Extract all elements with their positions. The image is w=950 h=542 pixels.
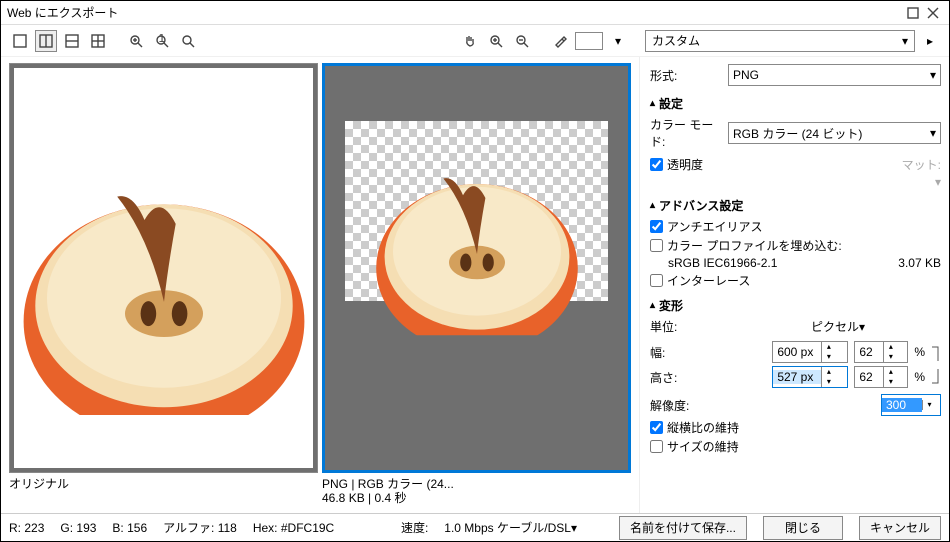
units-combo[interactable]: ピクセル▾ bbox=[811, 318, 941, 335]
cancel-button[interactable]: キャンセル bbox=[859, 516, 941, 540]
transparency-checkbox[interactable]: 透明度 bbox=[650, 156, 703, 173]
chevron-down-icon: ▾ bbox=[902, 34, 908, 48]
save-as-button[interactable]: 名前を付けて保存... bbox=[619, 516, 747, 540]
eyedropper-icon[interactable] bbox=[549, 30, 571, 52]
format-combo[interactable]: PNG▾ bbox=[728, 64, 941, 86]
width-pct-input[interactable]: ▴▾ bbox=[854, 341, 908, 363]
zoom-out-tool-icon[interactable] bbox=[511, 30, 533, 52]
antialias-checkbox[interactable]: アンチエイリアス bbox=[650, 218, 941, 235]
width-label: 幅: bbox=[650, 344, 710, 361]
embed-profile-checkbox[interactable]: カラー プロファイルを埋め込む: bbox=[650, 237, 941, 254]
window-title: Web にエクスポート bbox=[7, 4, 903, 21]
zoom-fit-icon[interactable]: 1 bbox=[151, 30, 173, 52]
maximize-button[interactable] bbox=[903, 3, 923, 23]
keep-aspect-checkbox[interactable]: 縦横比の維持 bbox=[650, 419, 941, 436]
resolution-label: 解像度: bbox=[650, 397, 710, 414]
layout-2col-icon[interactable] bbox=[35, 30, 57, 52]
export-pane: PNG | RGB カラー (24... 46.8 KB | 0.4 秒 bbox=[322, 63, 631, 507]
settings-panel: 形式: PNG▾ ▴設定 カラー モード: RGB カラー (24 ビット)▾ … bbox=[639, 57, 949, 513]
keep-size-checkbox[interactable]: サイズの維持 bbox=[650, 438, 941, 455]
zoom-in-icon[interactable] bbox=[125, 30, 147, 52]
matte-label: マット: bbox=[902, 156, 941, 173]
section-advanced[interactable]: ▴アドバンス設定 bbox=[650, 197, 941, 214]
toolbar: 1 ▾ カスタム ▾ ▸ bbox=[1, 25, 949, 57]
titlebar: Web にエクスポート bbox=[1, 1, 949, 25]
speed-combo[interactable]: 1.0 Mbps ケーブル/DSL▾ bbox=[444, 519, 577, 536]
matte-dropdown-icon: ▾ bbox=[935, 175, 941, 189]
layout-2row-icon[interactable] bbox=[61, 30, 83, 52]
section-transform[interactable]: ▴変形 bbox=[650, 297, 941, 314]
preview-area: オリジナル PNG bbox=[1, 57, 639, 513]
original-caption: オリジナル bbox=[9, 477, 318, 507]
preset-menu-icon[interactable]: ▸ bbox=[919, 30, 941, 52]
preset-combo[interactable]: カスタム ▾ bbox=[645, 30, 915, 52]
main-area: オリジナル PNG bbox=[1, 57, 949, 513]
preset-value: カスタム bbox=[652, 32, 700, 49]
original-image[interactable] bbox=[9, 63, 318, 473]
color-mode-label: カラー モード: bbox=[650, 116, 728, 150]
format-label: 形式: bbox=[650, 67, 728, 84]
height-label: 高さ: bbox=[650, 369, 710, 386]
height-pct-input[interactable]: ▴▾ bbox=[854, 366, 908, 388]
resolution-input[interactable]: ▾ bbox=[881, 394, 941, 416]
close-button[interactable] bbox=[923, 3, 943, 23]
original-pane: オリジナル bbox=[9, 63, 318, 507]
profile-size: 3.07 KB bbox=[898, 256, 941, 270]
export-caption: PNG | RGB カラー (24... 46.8 KB | 0.4 秒 bbox=[322, 477, 631, 507]
export-image[interactable] bbox=[322, 63, 631, 473]
layout-single-icon[interactable] bbox=[9, 30, 31, 52]
zoom-100-icon[interactable] bbox=[177, 30, 199, 52]
profile-name: sRGB IEC61966-2.1 bbox=[668, 256, 777, 270]
speed-label: 速度: bbox=[401, 519, 428, 536]
section-settings[interactable]: ▴設定 bbox=[650, 95, 941, 112]
width-px-input[interactable]: ▴▾ bbox=[772, 341, 848, 363]
pan-icon[interactable] bbox=[459, 30, 481, 52]
statusbar: R: 223 G: 193 B: 156 アルファ: 118 Hex: #DFC… bbox=[1, 513, 949, 541]
svg-text:1: 1 bbox=[159, 34, 166, 45]
color-mode-combo[interactable]: RGB カラー (24 ビット)▾ bbox=[728, 122, 941, 144]
color-swatch[interactable] bbox=[575, 32, 603, 50]
aspect-lock-icon[interactable] bbox=[929, 338, 941, 391]
interlace-checkbox[interactable]: インターレース bbox=[650, 272, 941, 289]
units-label: 単位: bbox=[650, 318, 710, 335]
zoom-in-tool-icon[interactable] bbox=[485, 30, 507, 52]
swatch-dropdown-icon[interactable]: ▾ bbox=[607, 30, 629, 52]
height-px-input[interactable]: ▴▾ bbox=[772, 366, 848, 388]
close-button-footer[interactable]: 閉じる bbox=[763, 516, 843, 540]
layout-grid-icon[interactable] bbox=[87, 30, 109, 52]
